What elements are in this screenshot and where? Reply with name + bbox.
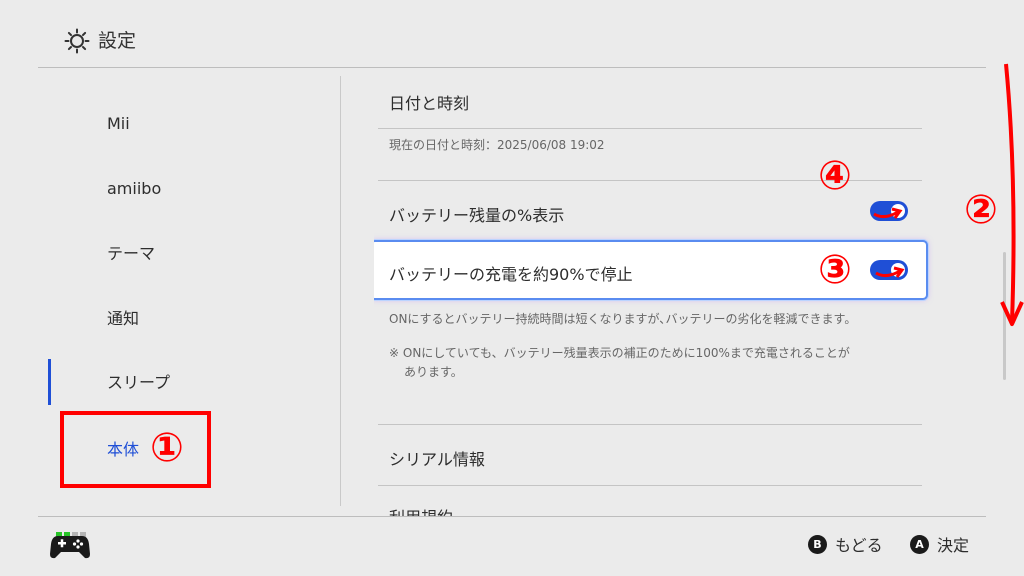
b-button-icon: B [808,534,827,554]
back-label: もどる [835,536,883,555]
page-title: 設定 [98,30,137,52]
confirm-label: 決定 [937,536,970,555]
datetime-label[interactable]: 日付と時刻 [389,90,469,114]
selection-indicator [48,359,51,405]
sidebar-item-label: Mii [107,114,130,133]
confirm-hint[interactable]: A 決定 [910,533,969,555]
sidebar-item-label: amiibo [107,179,162,198]
battery-limit-description: ONにするとバッテリー持続時間は短くなりますが､バッテリーの劣化を軽減できます。 [389,312,857,326]
annotation-marker-1: ① [150,425,184,471]
controller-icon [50,536,90,559]
annotation-curve-arrow-icon [873,207,903,219]
a-button-icon: A [910,534,929,554]
terms-label[interactable]: 利用規約 [389,504,453,516]
battery-limit-note-continued: あります。 [404,365,463,379]
gear-icon [64,28,90,54]
sidebar-item-mii[interactable]: Mii [38,92,340,156]
datetime-value: 現在の日付と時刻：2025/06/08 19:02 [389,138,605,152]
back-hint[interactable]: B もどる [808,533,883,555]
sidebar-divider [340,76,341,506]
annotation-marker-3: ③ [818,247,852,293]
row-divider [378,424,922,425]
annotation-highlight-box [60,411,211,488]
row-divider [378,128,922,129]
row-divider [378,485,922,486]
sidebar-item-label: スリープ [107,373,171,392]
scroll-down-arrow-icon [1000,63,1024,326]
sidebar-item-theme[interactable]: テーマ [38,222,340,286]
header: 設定 [0,0,1024,68]
sidebar-item-label: テーマ [107,244,156,263]
annotation-curve-arrow-icon [875,266,905,278]
battery-percent-label: バッテリー残量の%表示 [389,206,565,225]
sidebar-item-amiibo[interactable]: amiibo [38,157,340,221]
annotation-marker-4: ④ [818,153,852,199]
sidebar-item-notifications[interactable]: 通知 [38,287,340,351]
footer-divider [38,516,986,517]
battery-limit-label: バッテリーの充電を約90%で停止 [389,265,633,284]
serial-info-label[interactable]: シリアル情報 [389,446,485,470]
sidebar-item-label: 通知 [107,309,140,328]
sidebar-item-sleep[interactable]: スリープ [38,351,340,415]
battery-limit-note: ※ ONにしていても、バッテリー残量表示の補正のために100%まで充電されること… [389,346,850,360]
